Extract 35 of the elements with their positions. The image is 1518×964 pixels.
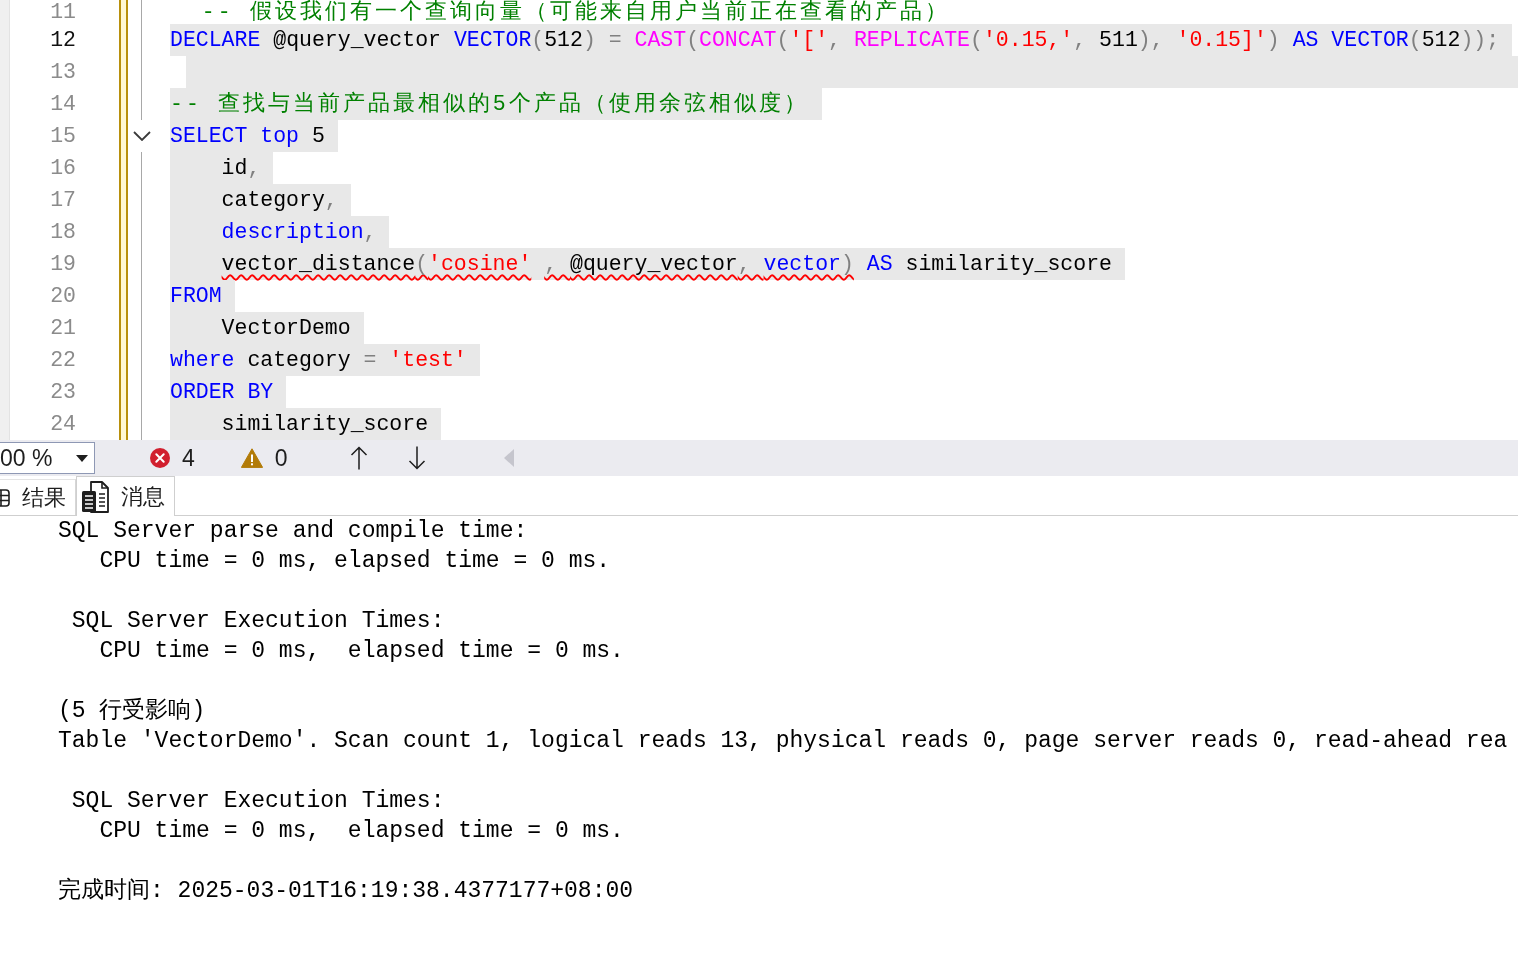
line-number: 14 [49, 91, 76, 118]
tab[interactable]: 结果 [0, 479, 76, 515]
line-number: 15 [49, 123, 76, 150]
message-line: SQL Server Execution Times: [70, 607, 445, 636]
line-number: 20 [49, 283, 76, 310]
grid-icon[interactable] [0, 488, 10, 507]
errors-button[interactable]: 4 [150, 443, 195, 473]
line-number: 23 [49, 379, 76, 406]
line-number: 13 [49, 59, 76, 86]
warnings-button[interactable]: 0 [240, 443, 288, 473]
caret-icon[interactable] [76, 454, 88, 462]
zoom-dropdown[interactable]: 00 % [0, 442, 95, 474]
line-number: 18 [49, 219, 76, 246]
line-number: 11 [49, 0, 76, 24]
error-icon[interactable] [150, 448, 170, 468]
message-line: (5 行受影响) [58, 696, 206, 726]
message-line: SQL Server Execution Times: [70, 787, 445, 816]
line-number: 24 [49, 411, 76, 438]
line-number: 12 [49, 27, 76, 54]
message-line: CPU time = 0 ms, elapsed time = 0 ms. [98, 547, 611, 576]
warning-icon[interactable] [240, 448, 263, 468]
message-line: SQL Server parse and compile time: [58, 517, 528, 546]
chevron-down-icon[interactable] [133, 131, 151, 141]
line-number: 22 [49, 347, 76, 374]
tab[interactable]: 消息 [76, 476, 175, 516]
line-number: 21 [49, 315, 76, 342]
line-number: 17 [49, 187, 76, 214]
line-number: 16 [49, 155, 76, 182]
document-icon[interactable] [81, 480, 109, 513]
message-line: CPU time = 0 ms, elapsed time = 0 ms. [98, 817, 624, 846]
message-line: 完成时间: 2025-03-01T16:19:38.4377177+08:00 [58, 876, 634, 906]
code-line: -- 假设我们有一个查询向量（可能来自用户当前正在查看的产品） [200, 0, 951, 24]
message-line: Table 'VectorDemo'. Scan count 1, logical reads 13, physical reads 0, page server reads 0, read-ahead rea [58, 727, 1508, 756]
message-line: CPU time = 0 ms, elapsed time = 0 ms. [98, 637, 624, 666]
line-number: 19 [49, 251, 76, 278]
